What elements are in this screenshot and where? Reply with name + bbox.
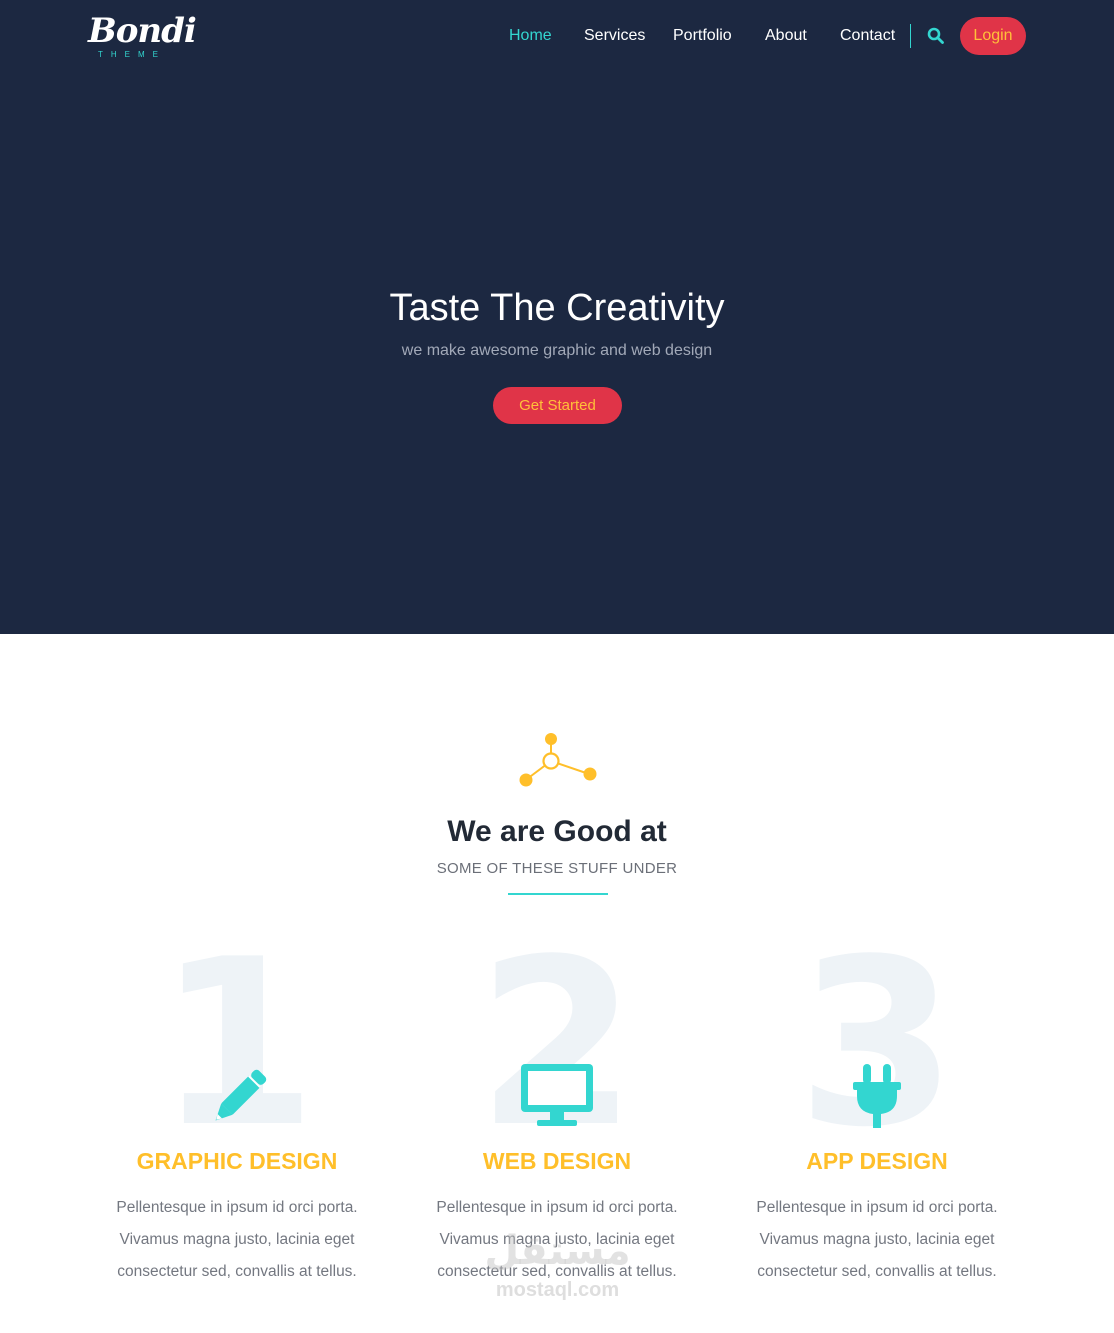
- service-title: GRAPHIC DESIGN: [136, 1148, 338, 1174]
- brand-logo[interactable]: Bondi THEME: [88, 10, 197, 62]
- nav-portfolio[interactable]: Portfolio: [673, 26, 732, 46]
- service-card-web-design: 2 WEB DESIGN Pellentesque in ipsum id or…: [397, 930, 717, 1330]
- nav-contact[interactable]: Contact: [840, 26, 895, 46]
- section-underline: [508, 893, 608, 895]
- service-title: WEB DESIGN: [482, 1148, 632, 1174]
- service-title: APP DESIGN: [806, 1148, 948, 1174]
- nav-services[interactable]: Services: [584, 26, 645, 46]
- service-card-graphic-design: 1 GRAPHIC DESIGN Pellentesque in ipsum i…: [77, 930, 397, 1330]
- search-icon[interactable]: [927, 27, 945, 45]
- service-description-line: Pellentesque in ipsum id orci porta.: [436, 1199, 678, 1216]
- login-button[interactable]: Login: [960, 17, 1026, 55]
- service-description-line: Vivamus magna justo, lacinia eget: [119, 1231, 355, 1248]
- get-started-button[interactable]: Get Started: [493, 387, 622, 424]
- logo-text: Bondi: [88, 11, 197, 51]
- hero-title: Taste The Creativity: [389, 287, 725, 329]
- nav-home[interactable]: Home: [509, 26, 552, 46]
- service-description-line: Pellentesque in ipsum id orci porta.: [116, 1199, 358, 1216]
- service-description-line: Vivamus magna justo, lacinia eget: [759, 1231, 995, 1248]
- hero-subtitle: we make awesome graphic and web design: [401, 342, 713, 359]
- service-description-line: Pellentesque in ipsum id orci porta.: [756, 1199, 998, 1216]
- service-description-line: consectetur sed, convallis at tellus.: [437, 1263, 677, 1280]
- service-description-line: consectetur sed, convallis at tellus.: [757, 1263, 997, 1280]
- hero-section: Bondi THEME Home Services Portfolio Abou…: [0, 0, 1114, 634]
- service-description-line: Vivamus magna justo, lacinia eget: [439, 1231, 675, 1248]
- nav-divider: [910, 24, 911, 48]
- plug-icon: [853, 1064, 901, 1128]
- pencil-icon: [215, 1069, 267, 1121]
- section-subtitle: SOME OF THESE STUFF UNDER: [436, 860, 678, 877]
- monitor-icon: [521, 1064, 593, 1126]
- service-description-line: consectetur sed, convallis at tellus.: [117, 1263, 357, 1280]
- service-card-app-design: 3 APP DESIGN Pellentesque in ipsum id or…: [717, 930, 1037, 1330]
- service-description: Pellentesque in ipsum id orci porta. Viv…: [417, 1192, 697, 1288]
- service-description: Pellentesque in ipsum id orci porta. Viv…: [97, 1192, 377, 1288]
- service-description: Pellentesque in ipsum id orci porta. Viv…: [737, 1192, 1017, 1288]
- logo-subtext: THEME: [98, 50, 166, 59]
- section-title: We are Good at: [447, 815, 667, 848]
- nav-about[interactable]: About: [765, 26, 807, 46]
- share-nodes-icon: [519, 733, 597, 787]
